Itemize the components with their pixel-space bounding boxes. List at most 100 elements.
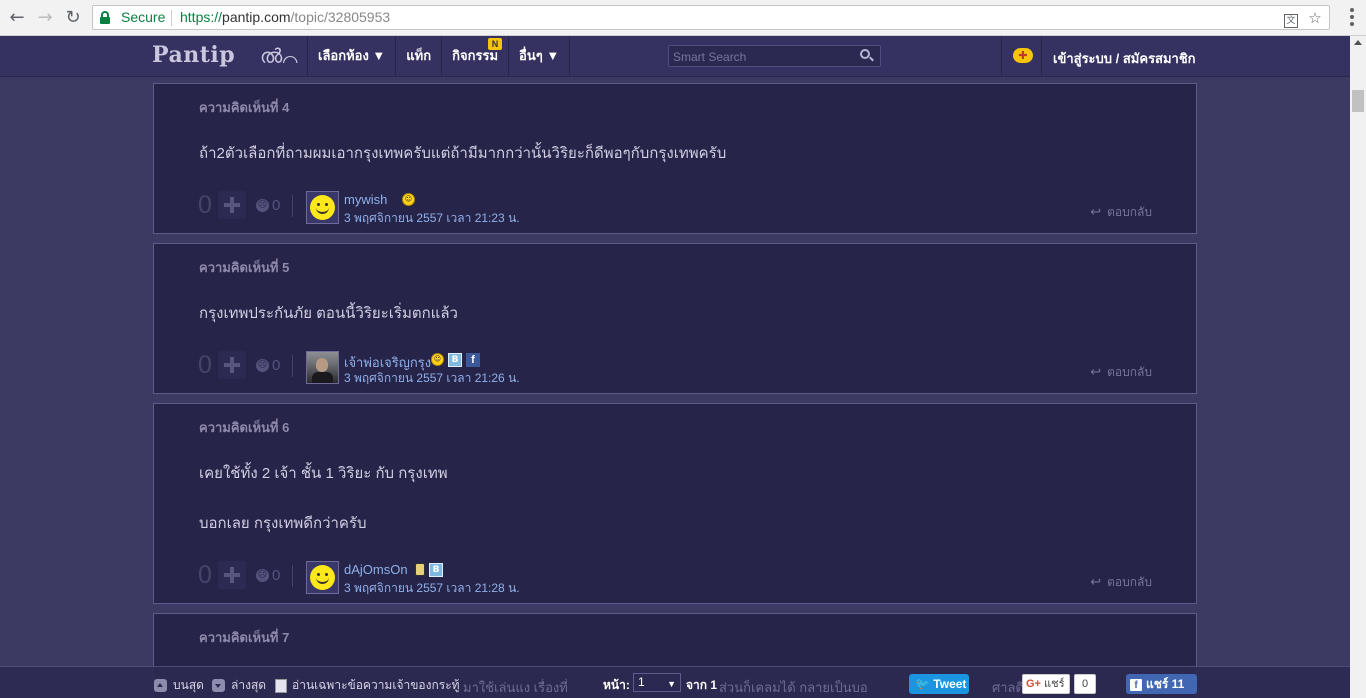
comment-number: ความคิดเห็นที่ 4 (199, 100, 290, 115)
comment-number: ความคิดเห็นที่ 6 (199, 420, 290, 435)
new-badge: N (488, 38, 503, 50)
partial-comment-text: มาใช้เล่นแง เรื่องที่ (463, 680, 568, 695)
bookmark-star-icon[interactable]: ☆ (1305, 8, 1325, 28)
translate-icon[interactable]: 文 (1281, 8, 1301, 28)
smiley-avatar-icon (310, 565, 335, 590)
footer-divider (292, 565, 293, 587)
reply-label: ตอบกลับ (1107, 365, 1152, 379)
plus-vote-button[interactable] (218, 561, 246, 589)
comment-number: ความคิดเห็นที่ 7 (199, 630, 290, 645)
comment-text: เคยใช้ทั้ง 2 เจ้า ชั้น 1 วิริยะ กับ กรุง… (199, 465, 448, 482)
arrow-up-icon (154, 679, 167, 693)
nav-activities[interactable]: กิจกรรม N (441, 36, 508, 76)
avatar[interactable] (306, 351, 339, 384)
page-select[interactable]: 1 ▼ (633, 673, 681, 692)
page-label: หน้า: (603, 678, 630, 692)
comment-footer: 0 ☹ 0 เจ้าพ่อเจริญกรุง ☺ B f 3 พฤศจิกายน… (154, 351, 1196, 391)
comment-timestamp: 3 พฤศจิกายน 2557 เวลา 21:28 น. (344, 581, 520, 595)
partial-comment-text: ศาลดี (992, 680, 1024, 695)
google-plus-icon: G+ (1026, 678, 1041, 690)
laughing-emoji-icon: ☺ (431, 353, 444, 366)
avatar[interactable] (306, 561, 339, 594)
blog-badge-icon[interactable]: B (429, 563, 443, 577)
tweet-label: Tweet (933, 677, 967, 691)
google-plus-share-button[interactable]: G+ แชร์ (1022, 674, 1070, 694)
emotion-face-icon: ☹ (256, 569, 269, 582)
arrow-down-icon (212, 679, 225, 693)
author-name[interactable]: mywish (344, 192, 387, 207)
page-select-value: 1 (638, 675, 645, 689)
scroll-thumb[interactable] (1352, 90, 1364, 112)
reply-button[interactable]: ↩ ตอบกลับ (1090, 203, 1152, 222)
smart-search (668, 45, 881, 67)
scroll-top-button[interactable]: บนสุด (154, 676, 204, 695)
address-bar[interactable]: Secure https://pantip.com/topic/32805953… (92, 5, 1330, 30)
scroll-up-arrow-icon[interactable] (1354, 40, 1362, 45)
emotion-count: 0 (272, 357, 281, 374)
author-name[interactable]: dAjOmsOn (344, 562, 408, 577)
avatar[interactable] (306, 191, 339, 224)
url-text[interactable]: https://pantip.com/topic/32805953 (180, 9, 390, 25)
chat-button[interactable]: ✚ (1001, 36, 1042, 76)
owner-only-label: อ่านเฉพาะข้อความเจ้าของกระทู้ (292, 678, 460, 692)
reply-arrow-icon: ↩ (1090, 364, 1102, 379)
pantip-logo[interactable]: Pantip (152, 42, 235, 68)
laughing-emoji-icon: ☺ (402, 193, 415, 206)
chat-bubble-icon: ✚ (1013, 48, 1033, 63)
nav-select-room[interactable]: เลือกห้อง ▼ (307, 36, 395, 76)
emotion-face-icon: ☹ (256, 199, 269, 212)
nav-tags[interactable]: แท็ก (395, 36, 441, 76)
forward-arrow-icon[interactable]: → (34, 7, 56, 29)
browser-menu-icon[interactable] (1350, 8, 1354, 26)
comment-timestamp: 3 พฤศจิกายน 2557 เวลา 21:23 น. (344, 211, 520, 225)
page-scrollbar[interactable] (1350, 36, 1366, 698)
bottom-toolbar: มาใช้เล่นแง เรื่องที่ ส่วนก็เคลมได้ กลาย… (0, 666, 1350, 698)
secure-label: Secure (121, 9, 166, 25)
google-plus-count: 0 (1074, 674, 1096, 694)
gplus-label: แชร์ (1044, 678, 1065, 690)
blog-badge-icon[interactable]: B (448, 353, 462, 367)
comment-footer: 0 ☹ 0 mywish ☺ 3 พฤศจิกายน 2557 เวลา 21:… (154, 191, 1196, 231)
plus-vote-button[interactable] (218, 351, 246, 379)
search-input[interactable] (669, 47, 849, 67)
author-badges: ☺ (402, 193, 415, 206)
partial-comment-text: ส่วนก็เคลมได้ กลายเป็นบอ (719, 680, 868, 695)
comment-card: ความคิดเห็นที่ 4 ถ้า2ตัวเลือกที่ถามผมเอา… (153, 83, 1197, 234)
scroll-bottom-button[interactable]: ล่างสุด (212, 676, 266, 695)
vote-count: 0 (198, 191, 212, 219)
facebook-share-button[interactable]: f แชร์ 11 (1126, 674, 1197, 694)
document-icon (275, 678, 287, 693)
plus-vote-button[interactable] (218, 191, 246, 219)
emotion-face-icon: ☹ (256, 359, 269, 372)
fb-share-label: แชร์ 11 (1146, 677, 1185, 691)
comment-text: ถ้า2ตัวเลือกที่ถามผมเอากรุงเทพครับแต่ถ้า… (199, 145, 727, 162)
reply-button[interactable]: ↩ ตอบกลับ (1090, 363, 1152, 382)
site-header: Pantip ൽ⌒ เลือกห้อง ▼ แท็ก กิจกรรม N อื่… (0, 36, 1350, 77)
mobile-phone-badge-icon (415, 563, 425, 576)
search-icon[interactable] (860, 49, 874, 63)
emotion-count: 0 (272, 197, 281, 214)
reply-button[interactable]: ↩ ตอบกลับ (1090, 573, 1152, 592)
caret-down-icon: ▼ (667, 679, 676, 689)
reply-label: ตอบกลับ (1107, 205, 1152, 219)
vote-count: 0 (198, 351, 212, 379)
login-register-link[interactable]: เข้าสู่ระบบ / สมัครสมาชิก (1053, 48, 1196, 69)
footer-divider (292, 355, 293, 377)
url-host: pantip.com (222, 9, 291, 25)
smiley-avatar-icon (310, 195, 335, 220)
facebook-icon: f (1130, 679, 1142, 691)
nav-others[interactable]: อื่นๆ ▼ (508, 36, 571, 76)
reply-arrow-icon: ↩ (1090, 204, 1102, 219)
twitter-bird-icon: 🐦 (915, 677, 930, 691)
facebook-badge-icon[interactable]: f (466, 353, 480, 367)
back-arrow-icon[interactable]: ← (6, 7, 28, 29)
nav-activities-label: กิจกรรม (452, 48, 499, 63)
pantip-logo-mark[interactable]: ൽ⌒ (260, 44, 298, 68)
comment-number: ความคิดเห็นที่ 5 (199, 260, 290, 275)
url-path: /topic/32805953 (290, 9, 391, 25)
tweet-button[interactable]: 🐦 Tweet (909, 674, 969, 694)
author-badges: ☺ B f (431, 353, 480, 367)
reload-icon[interactable]: ↻ (62, 7, 84, 29)
comment-footer: 0 ☹ 0 dAjOmsOn B 3 พฤศจิกายน 2557 เวลา 2… (154, 561, 1196, 601)
owner-only-button[interactable]: อ่านเฉพาะข้อความเจ้าของกระทู้ (275, 676, 460, 695)
